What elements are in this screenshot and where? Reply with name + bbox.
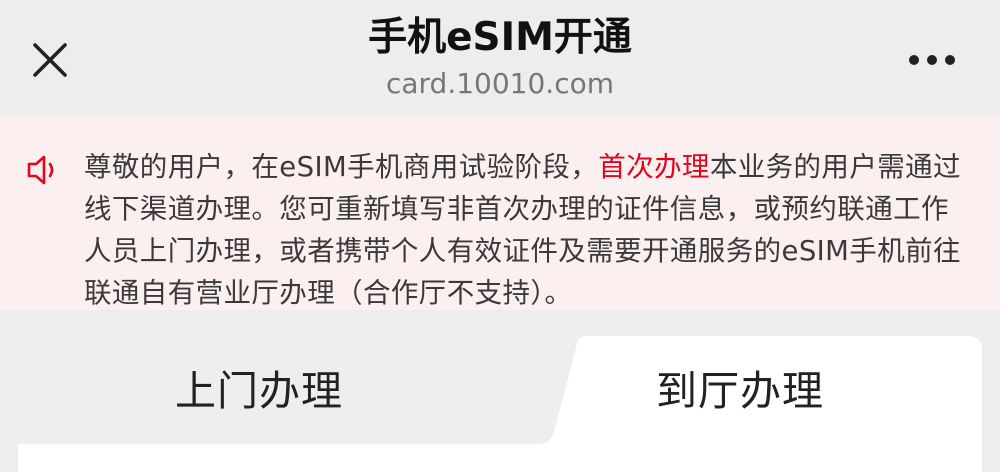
tab-shape: [18, 336, 982, 472]
notice-text-before: 尊敬的用户，在eSIM手机商用试验阶段，: [84, 151, 599, 183]
notice-highlight: 首次办理: [598, 151, 710, 183]
more-dots-icon: [909, 55, 955, 65]
page-domain: card.10010.com: [385, 67, 615, 100]
service-tabs: 上门办理 到厅办理: [18, 336, 982, 472]
title-bar: 手机eSIM开通 card.10010.com: [0, 0, 1000, 116]
page-title: 手机eSIM开通: [368, 15, 632, 60]
notice-text: 尊敬的用户，在eSIM手机商用试验阶段，首次办理本业务的用户需通过线下渠道办理。…: [84, 146, 974, 314]
tab-store-service[interactable]: 到厅办理: [656, 366, 824, 416]
speaker-icon: [27, 155, 54, 185]
more-button[interactable]: [904, 40, 960, 80]
tab-home-service[interactable]: 上门办理: [175, 366, 343, 416]
